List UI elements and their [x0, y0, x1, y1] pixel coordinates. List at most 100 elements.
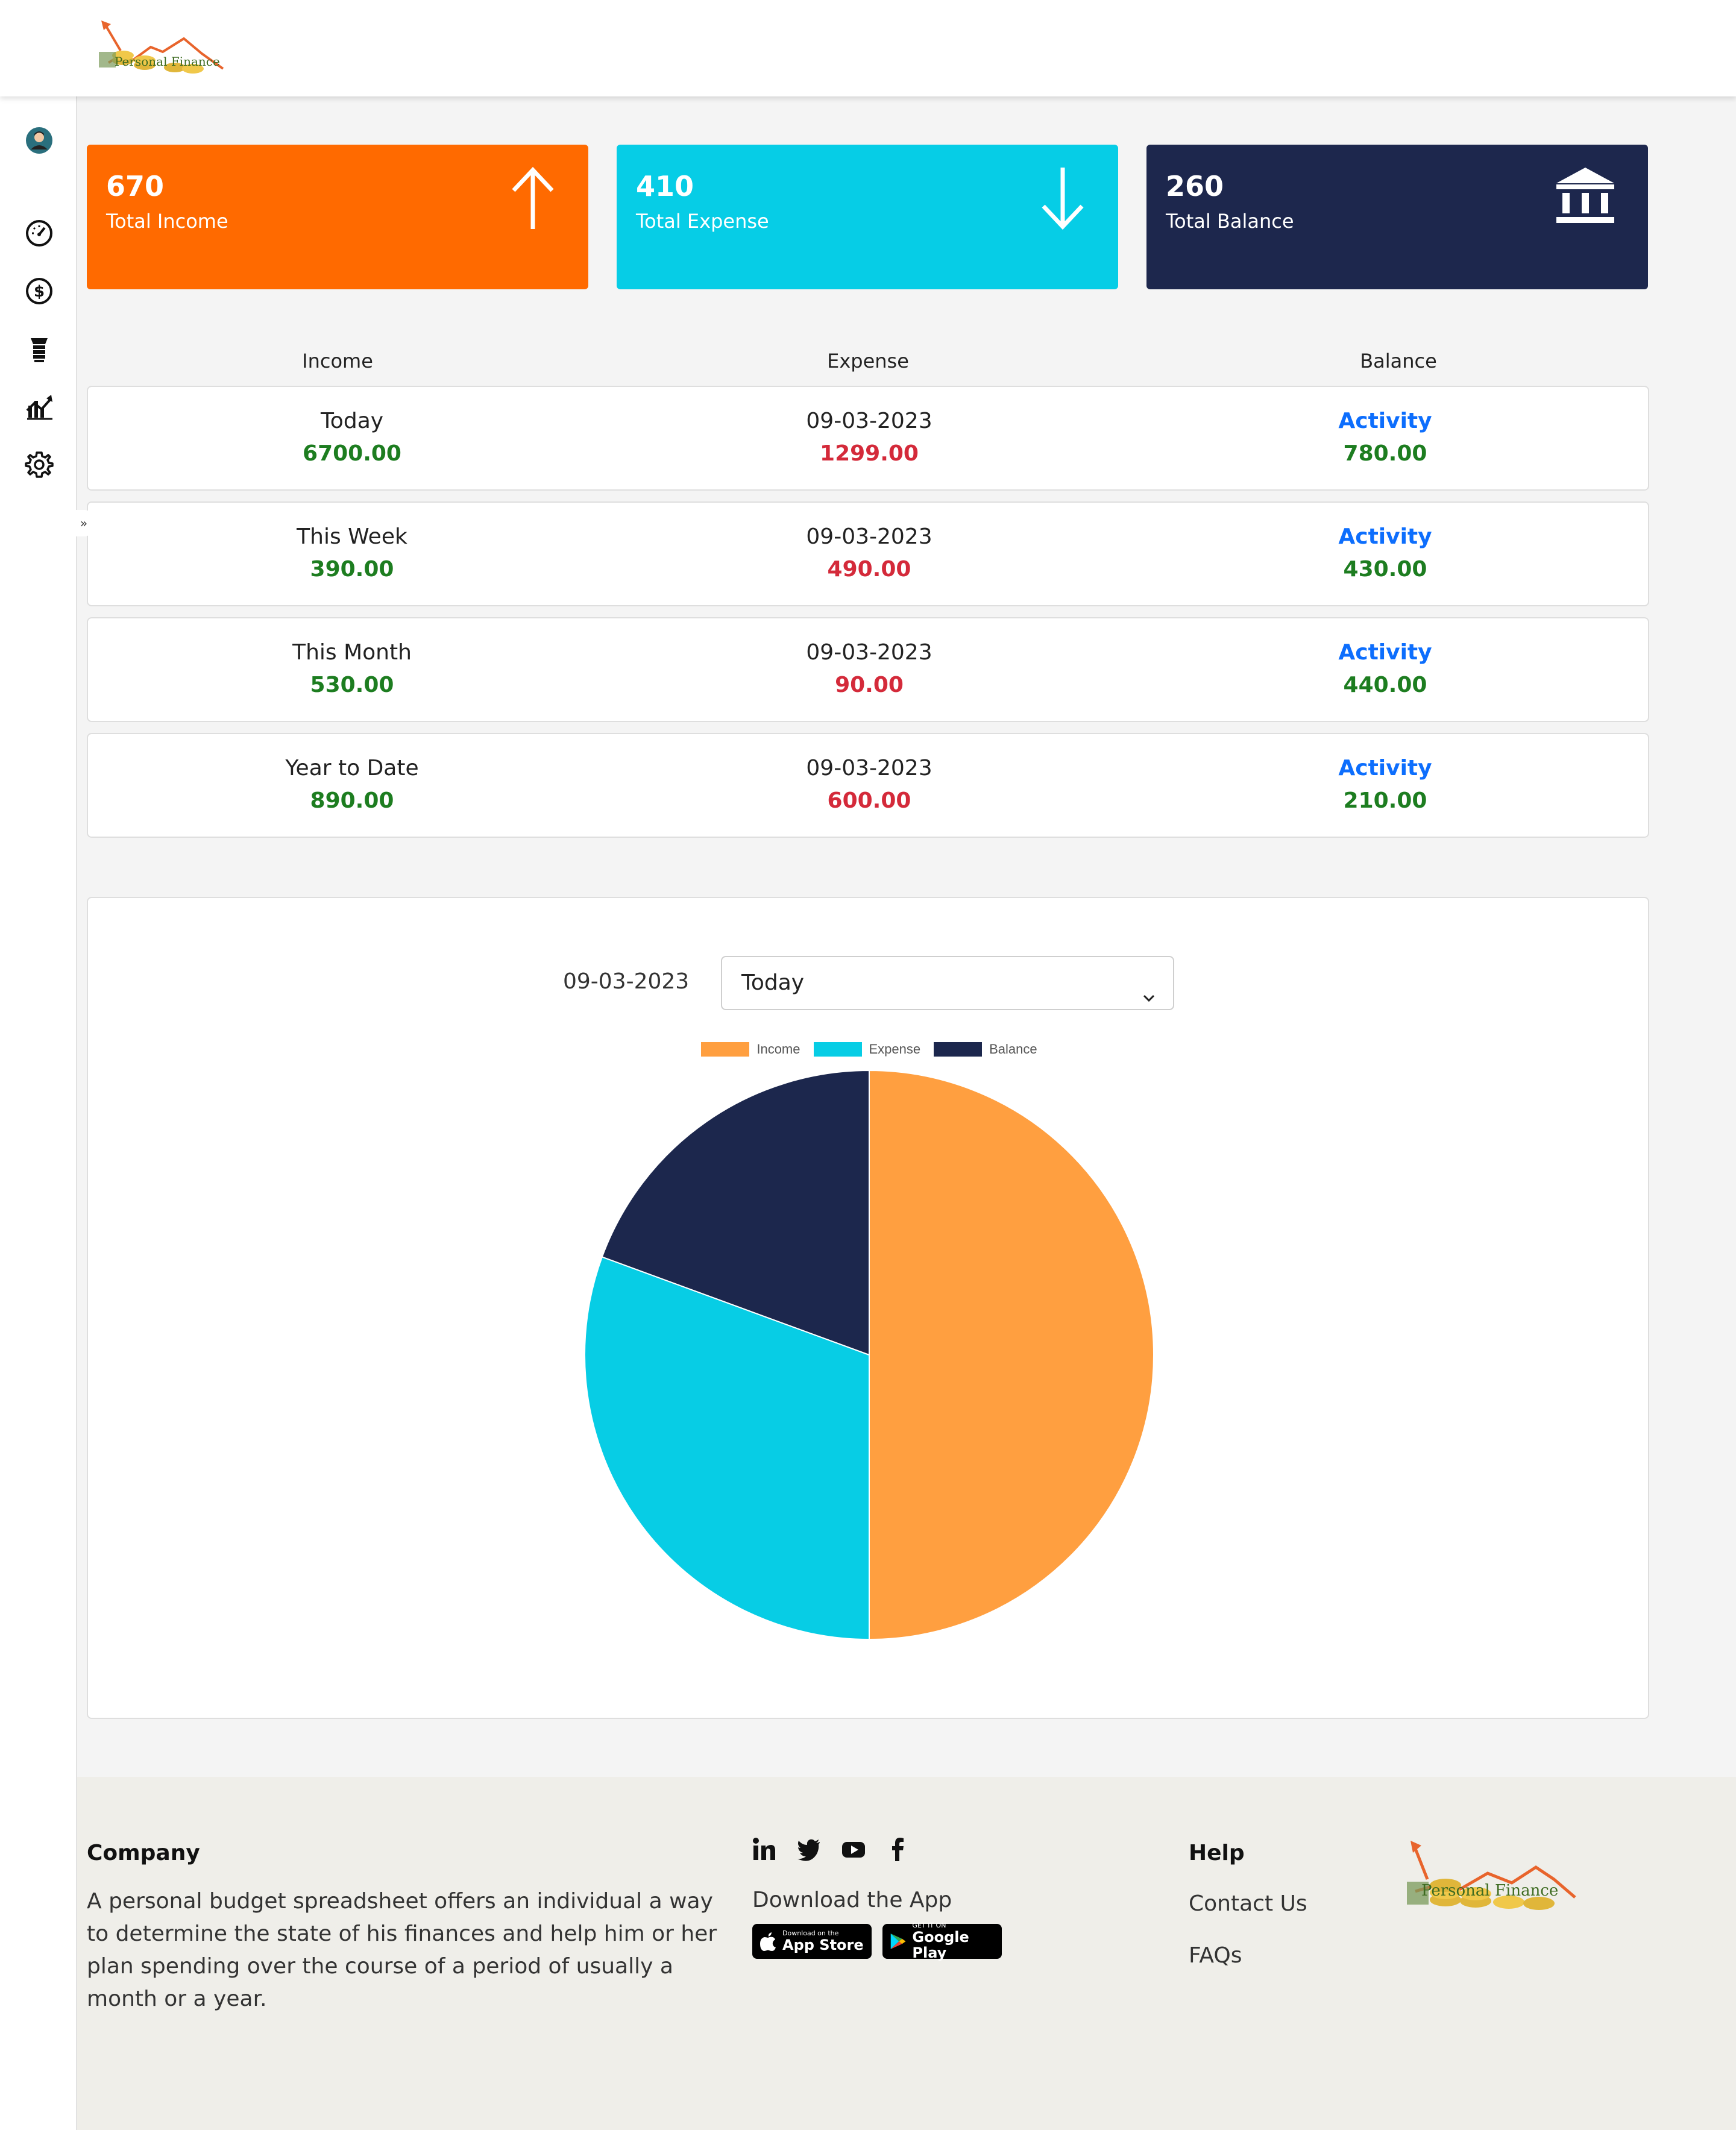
twitter-icon[interactable]	[797, 1837, 821, 1861]
facebook-icon[interactable]	[886, 1837, 910, 1861]
balance-cell: Activity 440.00	[1204, 636, 1566, 702]
sidebar-item-settings[interactable]	[24, 450, 54, 480]
income-cell: This Week 390.00	[171, 521, 533, 586]
footer: Company A personal budget spreadsheet of…	[77, 1777, 1736, 2130]
apple-icon	[760, 1932, 776, 1951]
income-cell: This Month 530.00	[171, 636, 533, 702]
chevron-down-icon	[1140, 974, 1157, 1026]
income-column-header: Income	[302, 350, 373, 372]
legend-item[interactable]: Expense	[813, 1041, 921, 1057]
chart-date: 09-03-2023	[563, 969, 690, 994]
google-play-button[interactable]: GET IT ON Google Play	[882, 1922, 1002, 1961]
period-label: This Week	[297, 524, 407, 549]
expense-value: 90.00	[835, 673, 904, 697]
expense-date: 09-03-2023	[806, 756, 932, 781]
footer-company-heading: Company	[87, 1841, 200, 1865]
linkedin-icon[interactable]	[752, 1837, 776, 1861]
footer-company-description: A personal budget spreadsheet offers an …	[87, 1889, 717, 2011]
footer-logo[interactable]: Personal Finance	[1403, 1837, 1578, 1915]
avatar-icon	[26, 127, 52, 154]
google-play-icon	[890, 1934, 906, 1949]
total-income-value: 670	[106, 170, 165, 203]
arrow-up-icon	[509, 165, 557, 234]
dollar-circle-icon: $	[26, 278, 52, 304]
activity-link[interactable]: Activity	[1204, 521, 1566, 553]
footer-logo-text: Personal Finance	[1421, 1882, 1559, 1900]
expense-date: 09-03-2023	[806, 524, 932, 549]
expense-cell: 09-03-2023 490.00	[688, 521, 1050, 586]
total-expense-card: 410 Total Expense	[617, 145, 1118, 289]
balance-cell: Activity 430.00	[1204, 521, 1566, 586]
balance-value: 780.00	[1343, 441, 1427, 466]
table-row: Year to Date 890.00 09-03-2023 600.00 Ac…	[87, 733, 1649, 838]
legend-label: Income	[756, 1041, 800, 1057]
income-cell: Today 6700.00	[171, 405, 533, 470]
balance-column-header: Balance	[1360, 350, 1437, 372]
activity-link[interactable]: Activity	[1204, 636, 1566, 669]
table-row: Today 6700.00 09-03-2023 1299.00 Activit…	[87, 386, 1649, 491]
table-row: This Week 390.00 09-03-2023 490.00 Activ…	[87, 501, 1649, 606]
sidebar-item-dashboard[interactable]	[24, 218, 54, 248]
total-expense-label: Total Expense	[636, 210, 769, 233]
pie-chart	[584, 1069, 1154, 1641]
top-bar: Personal Finance	[0, 0, 1736, 96]
activity-link[interactable]: Activity	[1204, 405, 1566, 438]
sidebar-item-income[interactable]: $	[24, 276, 54, 306]
expense-value: 600.00	[827, 788, 911, 813]
svg-text:$: $	[34, 283, 45, 301]
sidebar-item-expense[interactable]	[24, 334, 54, 364]
table-row: This Month 530.00 09-03-2023 90.00 Activ…	[87, 617, 1649, 722]
expense-value: 1299.00	[820, 441, 919, 466]
sidebar-toggle[interactable]: »	[75, 510, 93, 536]
income-value: 6700.00	[303, 441, 401, 466]
legend-label: Expense	[869, 1041, 921, 1057]
legend-item[interactable]: Income	[701, 1041, 800, 1057]
period-label: This Month	[292, 640, 412, 665]
period-select-value: Today	[741, 970, 805, 995]
balance-value: 440.00	[1343, 673, 1427, 697]
total-income-card: 670 Total Income	[87, 145, 588, 289]
chart-icon	[26, 395, 52, 420]
legend-label: Balance	[989, 1041, 1037, 1057]
footer-logo-graphic	[1407, 1841, 1576, 1910]
legend-swatch	[701, 1042, 750, 1057]
legend-swatch	[813, 1042, 862, 1057]
period-select[interactable]: Today	[721, 956, 1174, 1010]
income-value: 530.00	[310, 673, 394, 697]
balance-value: 430.00	[1343, 557, 1427, 582]
youtube-icon[interactable]	[841, 1837, 866, 1861]
expense-value: 490.00	[827, 557, 911, 582]
contact-us-link[interactable]: Contact Us	[1189, 1891, 1307, 1916]
faqs-link[interactable]: FAQs	[1189, 1943, 1242, 1968]
total-income-label: Total Income	[106, 210, 228, 233]
sidebar-item-reports[interactable]	[24, 392, 54, 422]
balance-cell: Activity 210.00	[1204, 752, 1566, 817]
expense-date: 09-03-2023	[806, 409, 932, 433]
total-expense-value: 410	[636, 170, 694, 203]
google-play-text: GET IT ON Google Play	[912, 1922, 995, 1961]
pie-slice-income[interactable]	[869, 1069, 1154, 1641]
google-play-big-text: Google Play	[912, 1929, 969, 1961]
brand-logo[interactable]: Personal Finance	[96, 20, 227, 76]
activity-link[interactable]: Activity	[1204, 752, 1566, 785]
app-store-button[interactable]: Download on the App Store	[752, 1924, 872, 1959]
balance-value: 210.00	[1343, 788, 1427, 813]
avatar[interactable]	[24, 125, 54, 156]
income-value: 390.00	[310, 557, 394, 582]
period-label: Year to Date	[285, 756, 419, 781]
period-label: Today	[320, 409, 384, 433]
expense-cell: 09-03-2023 600.00	[688, 752, 1050, 817]
footer-help-heading: Help	[1189, 1841, 1245, 1865]
chart-legend: Income Expense Balance	[88, 1041, 1650, 1057]
app-store-big-text: App Store	[782, 1937, 864, 1953]
legend-swatch	[934, 1042, 983, 1057]
legend-item[interactable]: Balance	[934, 1041, 1037, 1057]
arrow-down-icon	[1039, 165, 1087, 234]
gear-icon	[25, 451, 54, 478]
income-value: 890.00	[310, 788, 394, 813]
dashboard-gauge-icon	[26, 220, 52, 247]
logo-text: Personal Finance	[115, 54, 220, 69]
sidebar: $	[0, 96, 77, 2130]
money-stack-icon	[31, 338, 48, 362]
expense-cell: 09-03-2023 1299.00	[688, 405, 1050, 470]
